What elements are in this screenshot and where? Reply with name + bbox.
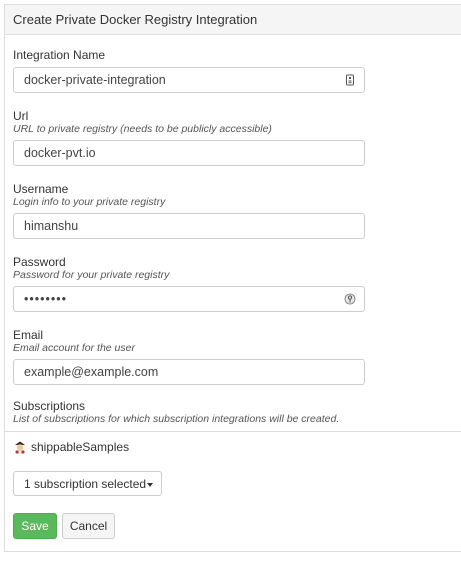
- contact-card-icon: [346, 74, 354, 86]
- integration-panel: Create Private Docker Registry Integrati…: [4, 4, 461, 552]
- subscription-name: shippableSamples: [31, 440, 130, 454]
- panel-heading: Create Private Docker Registry Integrati…: [5, 5, 461, 35]
- caret-down-icon: [147, 483, 153, 487]
- url-input[interactable]: docker-pvt.io: [13, 140, 365, 166]
- subscriptions-help: List of subscriptions for which subscrip…: [13, 413, 340, 425]
- email-help: Email account for the user: [13, 342, 135, 354]
- url-help: URL to private registry (needs to be pub…: [13, 123, 272, 135]
- panel-title: Create Private Docker Registry Integrati…: [13, 12, 258, 27]
- url-label: Url: [13, 109, 29, 123]
- username-label: Username: [13, 182, 69, 196]
- email-value: example@example.com: [24, 365, 159, 379]
- subscriptions-label: Subscriptions: [13, 399, 86, 413]
- integration-name-input[interactable]: docker-private-integration: [13, 67, 365, 93]
- username-input[interactable]: himanshu: [13, 213, 365, 239]
- avatar-icon: [15, 441, 25, 454]
- integration-name-value: docker-private-integration: [24, 73, 166, 87]
- password-input[interactable]: ••••••••: [13, 286, 365, 312]
- key-icon: [344, 293, 356, 305]
- password-help: Password for your private registry: [13, 269, 170, 281]
- password-value: ••••••••: [24, 292, 68, 306]
- subscription-dropdown-label: 1 subscription selected: [24, 477, 147, 491]
- username-help: Login info to your private registry: [13, 196, 166, 208]
- integration-name-label: Integration Name: [13, 48, 106, 62]
- url-value: docker-pvt.io: [24, 146, 96, 160]
- divider: [5, 431, 461, 432]
- email-label: Email: [13, 328, 44, 342]
- email-input[interactable]: example@example.com: [13, 359, 365, 385]
- save-button[interactable]: Save: [13, 513, 57, 539]
- username-value: himanshu: [24, 219, 79, 233]
- password-label: Password: [13, 255, 66, 269]
- cancel-button[interactable]: Cancel: [62, 513, 115, 539]
- subscription-dropdown[interactable]: 1 subscription selected: [13, 471, 162, 496]
